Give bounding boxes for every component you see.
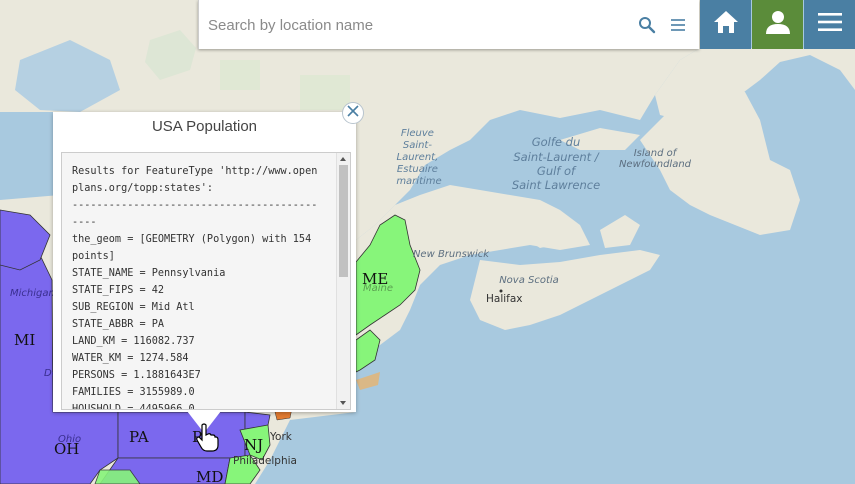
scroll-down-icon[interactable]	[340, 401, 346, 405]
feature-info-popup: USA Population Results for FeatureType '…	[53, 112, 356, 412]
abbr-md: MD	[196, 468, 223, 484]
popup-content[interactable]: Results for FeatureType 'http://www.open…	[61, 152, 351, 410]
feature-info-text: Results for FeatureType 'http://www.open…	[72, 166, 318, 410]
home-button[interactable]	[700, 0, 751, 49]
abbr-nj: NJ	[244, 436, 263, 454]
search-icon[interactable]	[636, 14, 658, 36]
label-nova-scotia: Nova Scotia	[499, 275, 559, 286]
label-halifax: Halifax	[486, 293, 523, 305]
label-michigan: Michigan	[10, 288, 55, 299]
svg-text:Fleuve Saint- Laurent,: Fleuve Saint- Laurent, Estuaire maritime	[396, 128, 441, 187]
label-new-brunswick: New Brunswick	[413, 249, 490, 260]
popup-scrollbar[interactable]	[336, 153, 350, 409]
label-newfoundland-2: Newfoundland	[619, 159, 692, 170]
label-golfe-4: Saint Lawrence	[512, 178, 600, 192]
label-golfe-2: Saint-Laurent /	[513, 150, 599, 164]
label-new-york: York	[269, 431, 293, 443]
home-icon	[712, 8, 740, 41]
abbr-pa: PA	[129, 428, 149, 446]
search-bar	[198, 0, 699, 49]
label-fleuve-1: Fleuve	[401, 128, 434, 139]
abbr-me: ME	[362, 270, 388, 288]
abbr-mi: MI	[14, 331, 35, 349]
close-icon	[347, 104, 359, 122]
list-menu-icon[interactable]	[667, 14, 689, 36]
search-input[interactable]	[206, 11, 630, 39]
hamburger-menu-icon	[817, 11, 843, 38]
label-philadelphia: Philadelphia	[233, 455, 297, 467]
hand-cursor-icon	[195, 423, 219, 453]
menu-button[interactable]	[804, 0, 855, 49]
popup-close-button[interactable]	[342, 102, 364, 124]
label-newfoundland-1: Island of	[634, 148, 678, 159]
scrollbar-thumb[interactable]	[339, 165, 348, 277]
popup-title: USA Population	[151, 118, 258, 135]
user-button[interactable]	[752, 0, 803, 49]
label-golfe-3: Gulf of	[537, 164, 577, 178]
label-golfe-1: Golfe du	[532, 135, 581, 149]
scroll-up-icon[interactable]	[340, 157, 346, 161]
user-icon	[764, 8, 792, 41]
abbr-oh: OH	[54, 440, 79, 458]
